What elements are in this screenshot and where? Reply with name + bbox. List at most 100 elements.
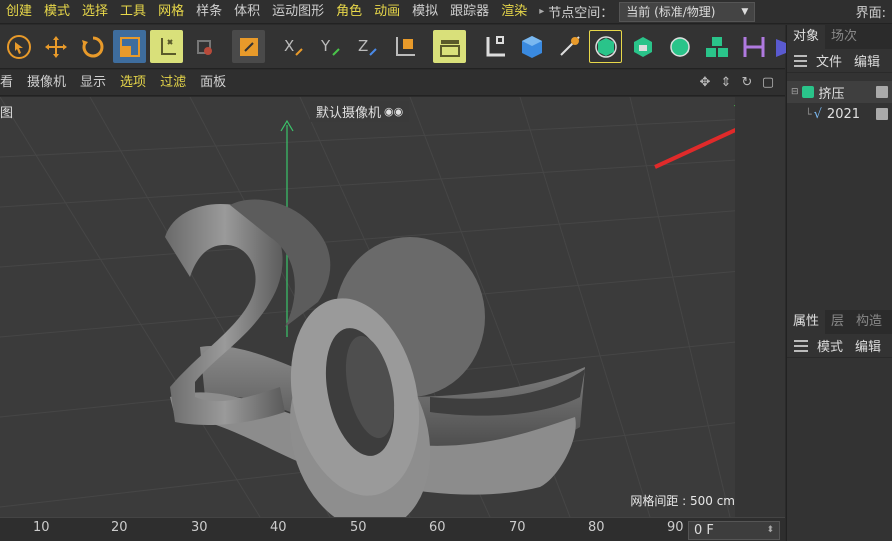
pen-tool-icon[interactable] (552, 30, 585, 63)
vp-menu-filter[interactable]: 过滤 (153, 70, 193, 96)
visibility-check-icon[interactable] (876, 86, 888, 98)
dolly-icon[interactable]: ⇕ (717, 74, 735, 92)
pen-spline-icon[interactable] (478, 30, 511, 63)
node-space-group: ▸ 节点空间： 当前 (标准/物理) ▼ (539, 1, 756, 22)
camera-name: 默认摄像机 (316, 106, 382, 121)
node-space-value: 当前 (标准/物理) (626, 4, 716, 19)
vp-menu-options[interactable]: 选项 (113, 70, 153, 96)
rotate-icon[interactable] (76, 30, 109, 63)
objects-menu-file[interactable]: 文件 (816, 51, 842, 70)
vp-menu-panel[interactable]: 面板 (193, 70, 233, 96)
vp-menu-display[interactable]: 显示 (73, 70, 113, 96)
timeline-tick: 30 (191, 520, 208, 535)
attributes-tabs: 属性 层 构造 (787, 310, 892, 334)
node-space-select[interactable]: 当前 (标准/物理) ▼ (619, 1, 756, 22)
spline-icon: √ (813, 106, 822, 122)
z-axis-lock-icon[interactable]: Z (351, 30, 384, 63)
attributes-menu-mode[interactable]: 模式 (817, 336, 843, 355)
current-frame-field[interactable]: 0 F ⬍ (688, 521, 780, 540)
y-axis-lock-icon[interactable]: Y (314, 30, 347, 63)
vp-menu-view[interactable]: 看 (0, 70, 20, 96)
layout-label: 界面: (855, 6, 886, 21)
orbit-icon[interactable]: ↻ (738, 74, 756, 92)
menu-select[interactable]: 选择 (76, 0, 114, 24)
camera-label[interactable]: 默认摄像机 ◉◉ (310, 101, 410, 122)
scene-render (0, 97, 785, 517)
object-row-text-spline[interactable]: └ √ 2021 (787, 103, 892, 125)
live-select-icon[interactable] (2, 30, 35, 63)
tab-objects[interactable]: 对象 (787, 25, 826, 49)
tab-layers[interactable]: 层 (825, 310, 850, 334)
axis-move-icon[interactable] (150, 30, 183, 63)
timeline-tick: 70 (509, 520, 526, 535)
menu-create[interactable]: 创建 (0, 0, 38, 24)
menu-render[interactable]: 渲染 (495, 0, 533, 24)
node-space-label: 节点空间： (548, 6, 614, 21)
coordinate-system-icon[interactable] (388, 30, 421, 63)
cloner-icon[interactable] (700, 30, 733, 63)
model-mode-icon[interactable] (232, 30, 265, 63)
transform-icon[interactable] (187, 30, 220, 63)
subdivision-icon[interactable] (626, 30, 659, 63)
timeline-tick: 50 (350, 520, 367, 535)
timeline-tick: 80 (588, 520, 605, 535)
3d-viewport[interactable]: 图 默认摄像机 ◉◉ Y Z X 网格间距 : 500 cm (0, 97, 785, 517)
menu-simulate[interactable]: 模拟 (406, 0, 444, 24)
objects-menu-edit[interactable]: 编辑 (854, 51, 880, 70)
attributes-subbar: 模式 编辑 (787, 334, 892, 358)
camera-icon: ◉◉ (384, 105, 404, 118)
menu-mograph[interactable]: 运动图形 (266, 0, 330, 24)
hamburger-icon[interactable] (794, 54, 807, 67)
scale-icon[interactable] (113, 30, 146, 63)
tab-structure[interactable]: 构造 (850, 310, 888, 334)
render-region-icon[interactable] (433, 30, 466, 63)
x-axis-lock-icon[interactable]: X (277, 30, 310, 63)
current-frame-value: 0 F (694, 523, 714, 538)
viewport-side-strip (735, 97, 785, 517)
object-name: 2021 (826, 106, 861, 122)
menu-tools[interactable]: 工具 (114, 0, 152, 24)
timeline-tick: 20 (111, 520, 128, 535)
menu-mesh[interactable]: 网格 (152, 0, 190, 24)
viewport-menu: 看 摄像机 显示 选项 过滤 面板 ✥ ⇕ ↻ ▢ (0, 70, 785, 96)
svg-text:Y: Y (320, 37, 331, 55)
chevron-down-icon: ▼ (741, 6, 749, 17)
extrude-generator-icon[interactable] (589, 30, 622, 63)
menu-mode[interactable]: 模式 (38, 0, 76, 24)
pan-icon[interactable]: ✥ (696, 74, 714, 92)
tab-attributes[interactable]: 属性 (787, 310, 826, 334)
menu-volume[interactable]: 体积 (228, 0, 266, 24)
timeline[interactable]: 10 20 30 40 50 60 70 80 90 0 F ⬍ (0, 517, 785, 541)
menu-character[interactable]: 角色 (330, 0, 368, 24)
viewport-corner-label: 图 (0, 106, 14, 121)
menu-spline[interactable]: 样条 (190, 0, 228, 24)
menu-tracker[interactable]: 跟踪器 (444, 0, 495, 24)
cube-icon[interactable] (515, 30, 548, 63)
menu-animate[interactable]: 动画 (368, 0, 406, 24)
chevron-right-icon: ▸ (539, 6, 545, 17)
attributes-panel: 属性 层 构造 模式 编辑 (787, 310, 892, 358)
tree-line-icon: └ (805, 107, 812, 121)
maximize-icon[interactable]: ▢ (759, 74, 777, 92)
extrude-icon (801, 86, 814, 98)
visibility-check-icon[interactable] (876, 108, 888, 120)
menu-bar: 创建 模式 选择 工具 网格 样条 体积 运动图形 角色 动画 模拟 跟踪器 渲… (0, 0, 892, 24)
object-name: 挤压 (818, 86, 845, 102)
object-row-extrude[interactable]: ⊟ 挤压 (787, 81, 892, 103)
attributes-menu-edit[interactable]: 编辑 (855, 336, 881, 355)
deformer-icon[interactable] (737, 30, 770, 63)
stepper-icon[interactable]: ⬍ (766, 522, 774, 539)
svg-text:Z: Z (358, 37, 368, 55)
move-icon[interactable] (39, 30, 72, 63)
collapse-icon[interactable]: ⊟ (791, 87, 799, 97)
hamburger-icon[interactable] (794, 339, 808, 352)
svg-text:X: X (284, 37, 294, 55)
array-icon[interactable] (663, 30, 696, 63)
timeline-tick: 60 (429, 520, 446, 535)
grid-spacing-label: 网格间距 : 500 cm (630, 494, 735, 508)
main-toolbar: X Y Z (0, 25, 786, 69)
viewport-nav-icons: ✥ ⇕ ↻ ▢ (693, 74, 785, 92)
vp-menu-camera[interactable]: 摄像机 (20, 70, 73, 96)
objects-subbar: 文件 编辑 (787, 49, 892, 73)
tab-takes[interactable]: 场次 (825, 25, 863, 49)
